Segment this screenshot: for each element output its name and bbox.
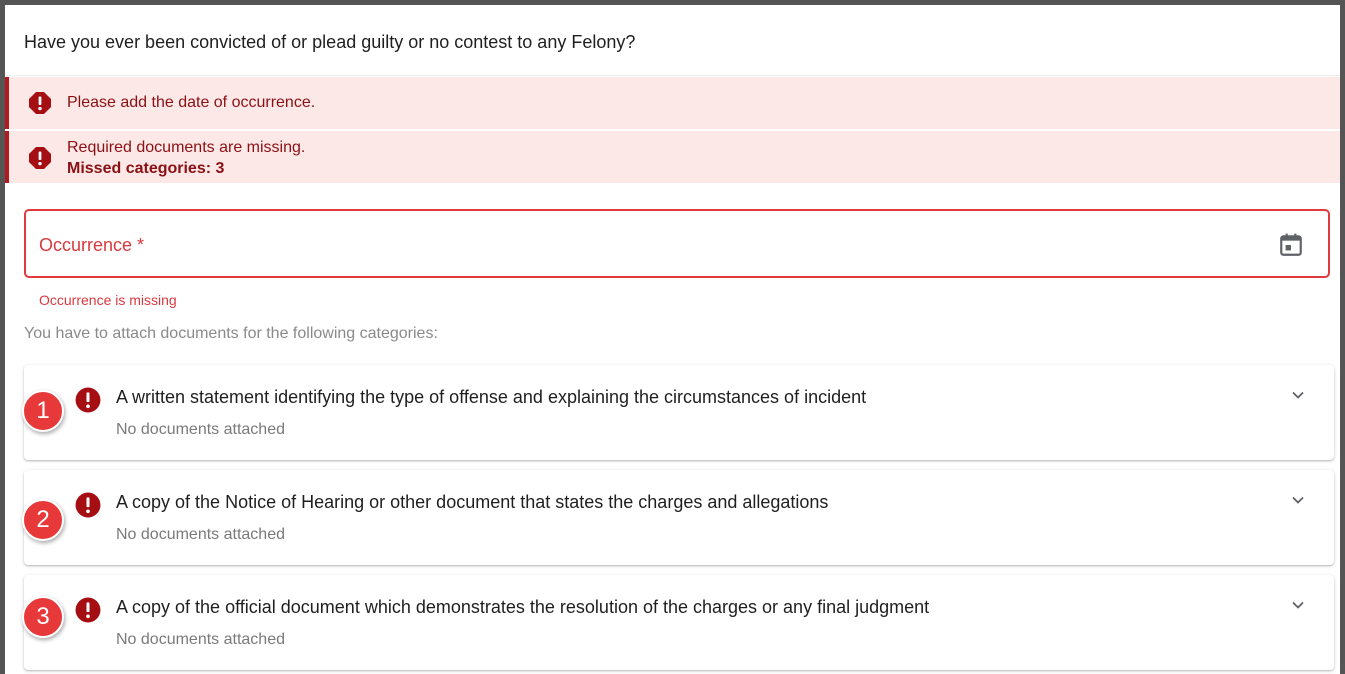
error-icon bbox=[29, 147, 51, 169]
annotation-badge-3: 3 bbox=[22, 596, 64, 638]
chevron-down-icon[interactable] bbox=[1288, 595, 1308, 615]
error-icon bbox=[75, 597, 101, 623]
category-title: A copy of the Notice of Hearing or other… bbox=[116, 492, 829, 512]
occurrence-error-text: Occurrence is missing bbox=[39, 292, 177, 308]
form-panel: Have you ever been convicted of or plead… bbox=[5, 5, 1340, 674]
category-card-2[interactable]: A copy of the Notice of Hearing or other… bbox=[24, 470, 1334, 565]
alert-text: Required documents are missing. bbox=[67, 139, 306, 156]
error-icon bbox=[29, 92, 51, 114]
occurrence-label: Occurrence * bbox=[39, 235, 145, 255]
error-icon bbox=[75, 492, 101, 518]
question-heading: Have you ever been convicted of or plead… bbox=[5, 5, 1340, 76]
error-alert-date: Please add the date of occurrence. bbox=[5, 77, 1340, 129]
category-title: A copy of the official document which de… bbox=[116, 597, 930, 617]
documents-intro: You have to attach documents for the fol… bbox=[24, 325, 438, 342]
calendar-icon[interactable] bbox=[1278, 232, 1304, 258]
category-status: No documents attached bbox=[116, 631, 285, 648]
category-status: No documents attached bbox=[116, 526, 285, 543]
alert-detail: Missed categories: 3 bbox=[67, 160, 225, 177]
chevron-down-icon[interactable] bbox=[1288, 490, 1308, 510]
annotation-badge-1: 1 bbox=[22, 390, 64, 432]
alert-text: Please add the date of occurrence. bbox=[67, 94, 316, 111]
error-icon bbox=[75, 387, 101, 413]
category-status: No documents attached bbox=[116, 421, 285, 438]
category-card-3[interactable]: A copy of the official document which de… bbox=[24, 575, 1334, 670]
annotation-badge-2: 2 bbox=[22, 499, 64, 541]
category-card-1[interactable]: A written statement identifying the type… bbox=[24, 365, 1334, 460]
error-alert-documents: Required documents are missing. Missed c… bbox=[5, 131, 1340, 183]
category-title: A written statement identifying the type… bbox=[116, 387, 867, 407]
occurrence-date-field[interactable]: Occurrence * bbox=[24, 209, 1330, 278]
chevron-down-icon[interactable] bbox=[1288, 385, 1308, 405]
